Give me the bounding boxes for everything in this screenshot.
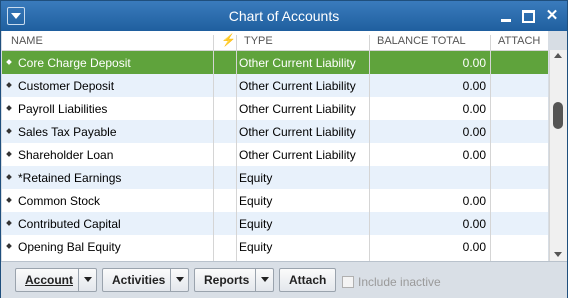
minimize-button[interactable] [499, 9, 513, 23]
account-button-label: Account [25, 273, 73, 287]
activities-button[interactable]: Activities [102, 268, 189, 292]
reports-button-label: Reports [204, 273, 250, 287]
table-row[interactable]: Shareholder Loan Other Current Liability… [2, 143, 548, 166]
include-inactive-label: Include inactive [358, 275, 441, 289]
account-balance: 0.00 [462, 56, 486, 70]
account-balance: 0.00 [462, 240, 486, 254]
account-name: Payroll Liabilities [18, 102, 108, 116]
account-name: Sales Tax Payable [18, 125, 117, 139]
account-balance: 0.00 [462, 102, 486, 116]
table-row[interactable]: Payroll Liabilities Other Current Liabil… [2, 97, 548, 120]
account-type: Equity [239, 171, 273, 185]
account-button[interactable]: Account [15, 268, 97, 292]
table-row[interactable]: Contributed Capital Equity 0.00 [2, 212, 548, 235]
account-balance: 0.00 [462, 217, 486, 231]
account-balance: 0.00 [462, 148, 486, 162]
chart-of-accounts-window: Chart of Accounts ✕ NAME ⚡ TYPE BALANCE … [0, 0, 568, 298]
table-row[interactable]: Common Stock Equity 0.00 [2, 189, 548, 212]
table-row[interactable]: Core Charge Deposit Other Current Liabil… [2, 51, 548, 74]
column-header-name[interactable]: NAME [11, 35, 43, 47]
account-name: Core Charge Deposit [18, 56, 131, 70]
attach-button[interactable]: Attach [279, 268, 336, 292]
title-bar[interactable]: Chart of Accounts ✕ [1, 1, 567, 31]
diamond-icon [6, 220, 12, 226]
reports-button[interactable]: Reports [194, 268, 274, 292]
scroll-thumb[interactable] [553, 102, 563, 129]
account-balance: 0.00 [462, 79, 486, 93]
diamond-icon [6, 128, 12, 134]
maximize-button[interactable] [521, 9, 535, 23]
include-inactive-checkbox[interactable] [342, 276, 354, 288]
account-name: Common Stock [18, 194, 101, 208]
account-balance: 0.00 [462, 125, 486, 139]
activities-menu-dropdown[interactable] [170, 269, 188, 291]
column-header-attach[interactable]: ATTACH [498, 35, 540, 47]
diamond-icon [6, 151, 12, 157]
diamond-icon [6, 105, 12, 111]
column-header-balance[interactable]: BALANCE TOTAL [377, 35, 466, 47]
account-type: Other Current Liability [239, 56, 356, 70]
maximize-icon [522, 10, 535, 23]
attach-button-label: Attach [289, 273, 327, 287]
account-name: Customer Deposit [18, 79, 115, 93]
account-type: Other Current Liability [239, 148, 356, 162]
diamond-icon [6, 197, 12, 203]
account-name: Opening Bal Equity [18, 240, 121, 254]
activities-button-label: Activities [112, 273, 166, 287]
table-row[interactable]: *Retained Earnings Equity [2, 166, 548, 189]
account-balance: 0.00 [462, 194, 486, 208]
table-row[interactable]: Sales Tax Payable Other Current Liabilit… [2, 120, 548, 143]
account-menu-dropdown[interactable] [78, 269, 96, 291]
scroll-down-icon[interactable] [554, 252, 562, 257]
account-type: Other Current Liability [239, 102, 356, 116]
window-title: Chart of Accounts [228, 8, 340, 24]
table-row[interactable]: Customer Deposit Other Current Liability… [2, 74, 548, 97]
minimize-icon [501, 19, 511, 22]
account-name: *Retained Earnings [18, 171, 122, 185]
account-type: Equity [239, 194, 273, 208]
chevron-down-icon [176, 277, 184, 282]
bottom-toolbar: Account Activities Reports Attach Includ… [1, 261, 567, 298]
lightning-icon[interactable]: ⚡ [221, 33, 236, 47]
diamond-icon [6, 59, 12, 65]
account-type: Other Current Liability [239, 125, 356, 139]
chevron-down-icon [261, 277, 269, 282]
account-type: Equity [239, 240, 273, 254]
scroll-up-icon[interactable] [554, 53, 562, 58]
accounts-table: NAME ⚡ TYPE BALANCE TOTAL ATTACH Core Ch… [2, 31, 548, 261]
account-name: Contributed Capital [18, 217, 121, 231]
account-type: Equity [239, 217, 273, 231]
chevron-down-icon [84, 277, 92, 282]
account-type: Other Current Liability [239, 79, 356, 93]
diamond-icon [6, 82, 12, 88]
diamond-icon [6, 243, 12, 249]
reports-menu-dropdown[interactable] [255, 269, 273, 291]
table-header: NAME ⚡ TYPE BALANCE TOTAL ATTACH [2, 31, 548, 51]
table-row[interactable]: Opening Bal Equity Equity 0.00 [2, 235, 548, 258]
vertical-scrollbar[interactable] [549, 50, 567, 261]
account-name: Shareholder Loan [18, 148, 114, 162]
column-header-type[interactable]: TYPE [244, 35, 273, 47]
diamond-icon [6, 174, 12, 180]
close-button[interactable]: ✕ [545, 8, 559, 23]
